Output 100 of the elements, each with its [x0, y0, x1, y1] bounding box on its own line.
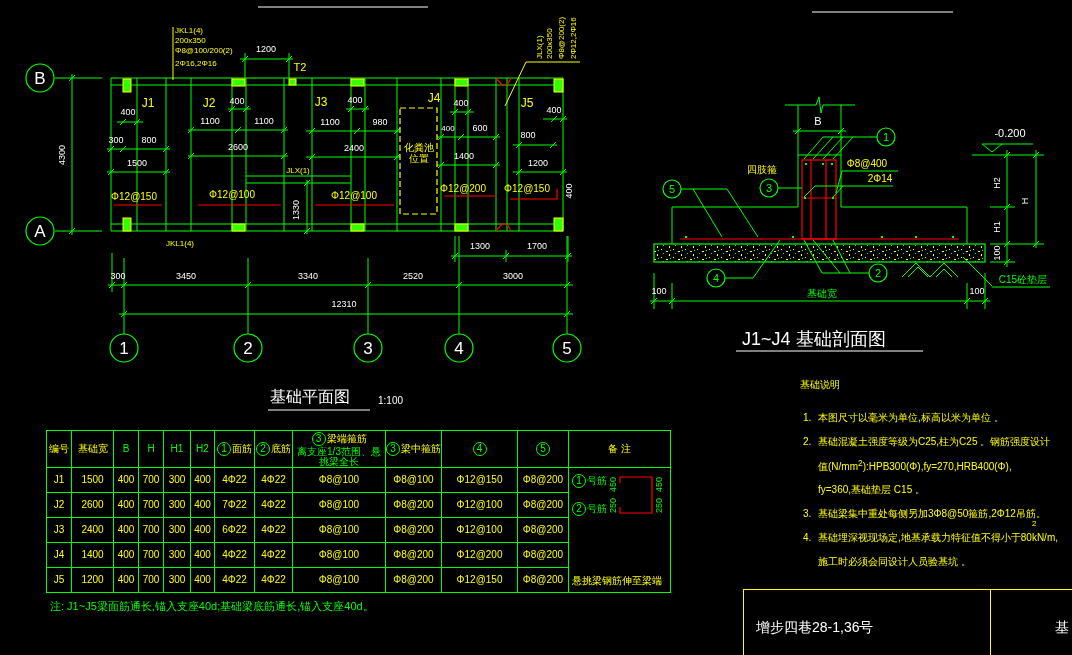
dimension-label: 2400: [344, 143, 364, 153]
table-cell: 4Φ22: [215, 468, 255, 493]
dimension-label: 300: [108, 135, 124, 145]
dimension-label: 250: [608, 497, 618, 513]
dimension-label: 2520: [403, 271, 423, 281]
beam-note: 2Φ16,2Φ16: [175, 59, 217, 68]
table-cell: 700: [139, 493, 164, 518]
axis-marker: 3: [353, 333, 383, 363]
drawing-title: J1~J4 基础剖面图: [742, 329, 886, 349]
note-text: 施工时必须会同设计人员验基坑 。: [818, 555, 971, 567]
dimension-label: 300: [110, 271, 126, 281]
title-block-text: 增步四巷28-1,36号: [756, 618, 874, 635]
dimension-label: H1: [992, 221, 1002, 233]
table-cell: 2600: [72, 493, 114, 518]
column-block: [231, 223, 246, 232]
superscript-text: 2: [1032, 519, 1037, 528]
table-cell: 400: [191, 468, 215, 493]
table-cell: J3: [47, 518, 72, 543]
dimension-label: 100: [992, 245, 1002, 261]
table-cell: 300: [164, 518, 191, 543]
table-cell: Φ8@200: [386, 493, 442, 518]
drawing-title: 基础平面图: [270, 388, 350, 405]
footing-label: J5: [520, 96, 534, 110]
break-mark-icon: [495, 223, 512, 232]
callout-circle: 3: [759, 178, 779, 198]
table-cell: 400: [114, 518, 139, 543]
dimension-label: 3000: [503, 271, 523, 281]
beam-note: 200x350: [545, 28, 554, 59]
dimension-label: 基础宽: [807, 288, 837, 299]
beam-label: JKL1(4): [166, 239, 194, 248]
table-cell: 400: [191, 568, 215, 593]
table-cell: Φ8@200: [518, 468, 569, 493]
note-text: 值(N/mm$^{2}$):HPB300(Φ),fy=270,HRB400(Φ),: [818, 457, 1012, 473]
column-block: [454, 78, 469, 87]
table-cell: 700: [139, 468, 164, 493]
beam-note: 200x350: [175, 36, 206, 45]
table-cell: 1200: [72, 568, 114, 593]
column-header: H: [139, 431, 164, 468]
table-cell: 700: [139, 568, 164, 593]
dimension-label: 400: [453, 98, 469, 108]
table-cell: 4Φ22: [255, 543, 293, 568]
dimension-label: B: [814, 115, 822, 127]
column-header: 底筋: [271, 443, 291, 455]
footnote-text: 注: J1~J5梁面筋通长,锚入支座40d;基础梁底筋通长,锚入支座40d。: [50, 600, 374, 613]
callout-circle: 1: [876, 127, 896, 147]
table-cell: Φ8@100: [293, 518, 386, 543]
table-cell: 2400: [72, 518, 114, 543]
column-header: 备 注: [569, 431, 671, 468]
table-cell: Φ12@150: [442, 468, 518, 493]
table-cell: J5: [47, 568, 72, 593]
septic-tank-label: 化粪池位置: [403, 142, 435, 164]
column-header: B: [114, 431, 139, 468]
axis-marker: 5: [552, 333, 582, 363]
dimension-label: 1330: [291, 200, 301, 220]
axis-marker: A: [25, 216, 55, 246]
leader-line: [803, 239, 870, 274]
dimension-label: 1500: [127, 158, 147, 168]
dimension-label: 400: [546, 105, 562, 115]
column-header: H1: [164, 431, 191, 468]
note-text: fy=360,基础垫层 C15 。: [818, 483, 925, 495]
table-cell: Φ12@150: [442, 568, 518, 593]
break-line: [784, 96, 856, 114]
table-cell: 1400: [72, 543, 114, 568]
table-cell: 400: [191, 493, 215, 518]
beam-note: JKL1(4): [175, 26, 203, 35]
table-cell: Φ8@100: [293, 543, 386, 568]
table-cell: Φ8@200: [386, 518, 442, 543]
table-cell: Φ8@100: [293, 468, 386, 493]
table-cell: 300: [164, 468, 191, 493]
column-block: [288, 78, 297, 86]
dimension-label: 1400: [454, 151, 474, 161]
rebar-label: Φ12@150: [111, 191, 157, 202]
note-text: 基础梁集中重处每侧另加3Φ8@50箍筋,2Φ12吊筋。: [818, 507, 1046, 519]
rebar-label: Φ12@200: [440, 183, 486, 194]
table-cell: 4Φ22: [255, 468, 293, 493]
table-cell: 1500: [72, 468, 114, 493]
table-cell: 400: [114, 493, 139, 518]
bar-label: 号筋: [587, 475, 607, 487]
axis-marker: 4: [444, 333, 474, 363]
dimension-label: 400: [564, 183, 574, 199]
dimension-label: 800: [141, 135, 157, 145]
dimension-label: 4300: [57, 145, 67, 165]
leader-line: [724, 239, 781, 279]
soil-hatch-drawing: [901, 262, 959, 278]
footing-label: J1: [141, 96, 155, 110]
table-cell: Φ8@200: [386, 568, 442, 593]
dimension-label: 2600: [228, 142, 248, 152]
rebar-label: Φ8@400: [846, 158, 888, 169]
footing-label: J4: [427, 91, 441, 105]
bar-label: 号筋: [587, 503, 607, 515]
dimension-label: 980: [372, 117, 388, 127]
table-cell: 7Φ22: [215, 493, 255, 518]
table-cell: 4Φ22: [255, 493, 293, 518]
table-cell: Φ12@200: [442, 543, 518, 568]
table-cell: Φ8@200: [518, 493, 569, 518]
break-mark-icon: [495, 77, 512, 86]
rebar-label: 2Φ14: [867, 173, 893, 184]
column-block: [231, 78, 246, 87]
column-block: [350, 223, 365, 232]
dimension-label: 100: [651, 286, 667, 296]
